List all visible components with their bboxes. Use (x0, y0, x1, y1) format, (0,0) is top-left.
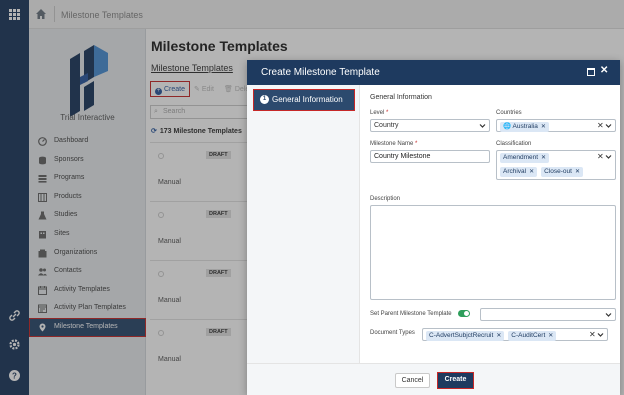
document-type-tag-label: C-AuditCert (511, 332, 546, 339)
remove-tag-icon[interactable]: ✕ (541, 155, 546, 161)
classification-label: Classification (496, 141, 532, 147)
step-label: General Information (272, 95, 343, 104)
toggle-knob (464, 311, 469, 316)
dialog-steps: 1 General Information (247, 85, 360, 395)
chevron-down-icon (605, 313, 612, 317)
country-tag: 🌐 Australia ✕ (500, 122, 549, 132)
level-value: Country (374, 122, 399, 129)
remove-tag-icon[interactable]: ✕ (496, 333, 501, 339)
classification-tag-label: Amendment (503, 154, 539, 161)
milestone-name-field[interactable]: Country Milestone (370, 150, 490, 163)
clear-icon[interactable]: ✕ (597, 120, 604, 131)
document-type-tag: C-AdvertSubjctRecruit ✕ (426, 331, 505, 341)
parent-template-label: Set Parent Milestone Template (370, 311, 452, 317)
description-label: Description (370, 196, 401, 202)
cancel-button[interactable]: Cancel (395, 373, 430, 388)
chevron-down-icon (597, 333, 604, 337)
classification-tag: Amendment ✕ (500, 153, 550, 163)
step-number: 1 (260, 95, 269, 104)
globe-icon: 🌐 (503, 123, 512, 130)
level-select[interactable]: Country (370, 119, 490, 132)
clear-icon[interactable]: ✕ (589, 329, 596, 340)
chevron-down-icon (605, 155, 612, 159)
milestone-name-label: Milestone Name * (370, 141, 417, 147)
remove-tag-icon[interactable]: ✕ (548, 333, 553, 339)
close-icon[interactable]: ✕ (600, 65, 608, 76)
create-submit-button[interactable]: Create (437, 372, 474, 389)
classification-tag: Archival ✕ (500, 167, 538, 177)
parent-template-toggle[interactable] (458, 310, 470, 317)
milestone-name-label-text: Milestone Name (370, 141, 414, 147)
classification-tag-label: Close-out (544, 168, 572, 175)
dialog-title: Create Milestone Template (261, 67, 380, 78)
required-marker: * (415, 141, 418, 147)
remove-tag-icon[interactable]: ✕ (529, 169, 534, 175)
create-milestone-template-dialog: Create Milestone Template ✕ 1 General In… (247, 60, 620, 395)
general-information-form: General Information Level * Country Coun… (360, 85, 620, 363)
document-type-tag-label: C-AdvertSubjctRecruit (429, 332, 494, 339)
dialog-footer: Cancel Create (247, 363, 620, 395)
maximize-icon[interactable] (587, 68, 595, 76)
chevron-down-icon (605, 124, 612, 128)
document-types-select[interactable]: C-AdvertSubjctRecruit ✕ C-AuditCert ✕ ✕ (422, 328, 608, 341)
level-label: Level * (370, 110, 388, 116)
countries-label: Countries (496, 110, 522, 116)
clear-icon[interactable]: ✕ (597, 151, 604, 162)
classification-tag-label: Archival (503, 168, 527, 175)
required-marker: * (386, 110, 389, 116)
parent-template-select[interactable] (480, 308, 616, 321)
countries-select[interactable]: 🌐 Australia ✕ ✕ (496, 119, 616, 132)
section-title: General Information (370, 94, 432, 101)
chevron-down-icon (479, 124, 486, 128)
document-types-label: Document Types (370, 330, 415, 336)
step-general-information[interactable]: 1 General Information (253, 89, 355, 111)
level-label-text: Level (370, 110, 385, 116)
dialog-header: Create Milestone Template ✕ (247, 60, 620, 85)
remove-tag-icon[interactable]: ✕ (575, 169, 580, 175)
classification-select[interactable]: Amendment ✕ Archival ✕ Close-out ✕ ✕ (496, 150, 616, 180)
remove-tag-icon[interactable]: ✕ (541, 124, 546, 130)
country-tag-label: Australia (512, 123, 538, 130)
classification-tag: Close-out ✕ (541, 167, 583, 177)
document-type-tag: C-AuditCert ✕ (508, 331, 557, 341)
description-field[interactable] (370, 205, 616, 300)
